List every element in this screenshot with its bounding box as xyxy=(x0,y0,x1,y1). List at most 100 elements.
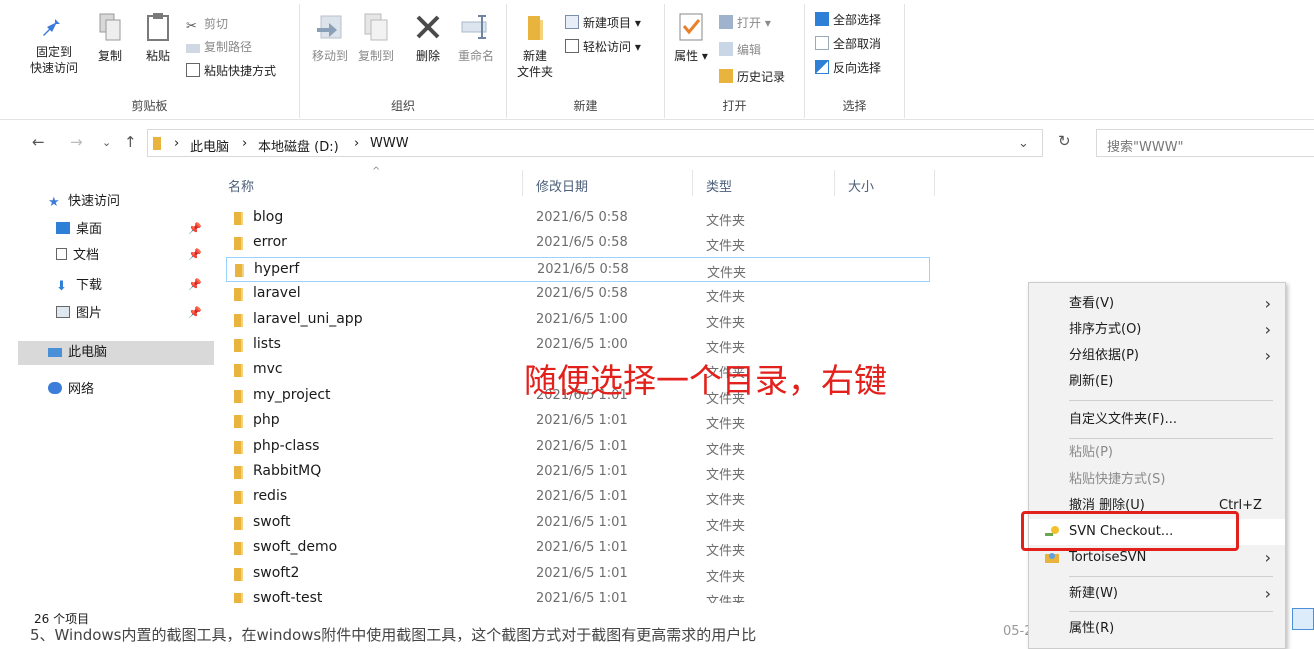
invert-selection-button[interactable]: 反向选择 xyxy=(815,58,881,78)
file-type: 文件夹 xyxy=(706,316,746,331)
file-date: 2021/6/5 0:58 xyxy=(536,286,628,301)
table-row[interactable]: laravel 2021/6/5 0:58 文件夹 xyxy=(226,282,930,307)
column-separator[interactable] xyxy=(692,170,693,196)
new-folder-icon xyxy=(528,16,543,40)
menu-item-refresh[interactable]: 刷新(E) xyxy=(1029,369,1285,395)
table-row[interactable]: error 2021/6/5 0:58 文件夹 xyxy=(226,231,930,256)
menu-item-sort[interactable]: 排序方式(O) › xyxy=(1029,317,1285,343)
paste-shortcut-button[interactable]: 粘贴快捷方式 xyxy=(186,61,276,81)
folder-icon xyxy=(234,390,243,403)
properties-dropdown-icon: ▾ xyxy=(701,49,708,63)
table-row[interactable]: swoft 2021/6/5 1:01 文件夹 xyxy=(226,511,930,536)
nav-quick-access[interactable]: ★ 快速访问 xyxy=(48,190,120,214)
forward-arrow-icon[interactable]: → xyxy=(70,133,83,151)
column-separator[interactable] xyxy=(834,170,835,196)
address-dropdown-icon[interactable]: ⌄ xyxy=(1018,136,1029,151)
new-folder-button[interactable]: 新建 文件夹 xyxy=(513,12,557,80)
table-row[interactable]: swoft2 2021/6/5 1:01 文件夹 xyxy=(226,562,930,587)
menu-item-new[interactable]: 新建(W) › xyxy=(1029,581,1285,607)
nav-downloads[interactable]: ⬇ 下载 xyxy=(56,274,102,298)
column-header-date[interactable]: 修改日期 xyxy=(536,176,588,195)
table-row[interactable]: swoft-test 2021/6/5 1:01 文件夹 xyxy=(226,587,930,603)
column-separator[interactable] xyxy=(934,170,935,196)
address-bar[interactable]: › 此电脑 › 本地磁盘 (D:) › WWW ⌄ xyxy=(147,129,1043,157)
copy-to-button[interactable]: 复制到 xyxy=(354,12,398,64)
copy-label: 复制 xyxy=(97,49,122,63)
menu-item-customize[interactable]: 自定义文件夹(F)... xyxy=(1029,407,1285,433)
move-to-button[interactable]: 移动到 xyxy=(308,12,352,64)
edit-button[interactable]: 编辑 xyxy=(719,40,761,60)
crumb-separator-icon[interactable]: › xyxy=(354,136,359,151)
nav-documents[interactable]: 文档 xyxy=(56,244,99,268)
file-date: 2021/6/5 0:58 xyxy=(536,235,628,250)
menu-item-paste-shortcut[interactable]: 粘贴快捷方式(S) xyxy=(1029,467,1285,493)
history-button[interactable]: 历史记录 xyxy=(719,67,785,87)
menu-item-view[interactable]: 查看(V) › xyxy=(1029,291,1285,317)
copy-button[interactable]: 复制 xyxy=(92,12,128,64)
context-menu: 查看(V) › 排序方式(O) › 分组依据(P) › 刷新(E) 自定义文件夹(F)… xyxy=(1028,282,1286,649)
annotation-text: 随便选择一个目录，右键 xyxy=(524,361,887,400)
table-row[interactable]: blog 2021/6/5 0:58 文件夹 xyxy=(226,206,930,231)
table-row[interactable]: laravel_uni_app 2021/6/5 1:00 文件夹 xyxy=(226,308,930,333)
crumb-separator-icon[interactable]: › xyxy=(174,136,179,151)
properties-button[interactable]: 属性 ▾ xyxy=(671,12,711,64)
select-all-button[interactable]: 全部选择 xyxy=(815,10,881,30)
nav-pictures[interactable]: 图片 xyxy=(56,302,102,326)
open-dropdown-icon: ▾ xyxy=(764,16,771,30)
crumb-www[interactable]: WWW xyxy=(370,136,409,151)
crumb-separator-icon[interactable]: › xyxy=(242,136,247,151)
table-row[interactable]: swoft_demo 2021/6/5 1:01 文件夹 xyxy=(226,536,930,561)
pin-icon[interactable]: 📌 xyxy=(188,306,202,319)
clipboard-group-label: 剪贴板 xyxy=(131,99,168,113)
copy-path-button[interactable]: 复制路径 xyxy=(186,37,252,57)
nav-desktop[interactable]: 桌面 xyxy=(56,218,102,242)
file-type: 文件夹 xyxy=(706,239,746,254)
details-view-icon[interactable] xyxy=(1292,608,1314,630)
folder-icon xyxy=(234,314,243,327)
nav-this-pc[interactable]: 此电脑 xyxy=(48,341,107,365)
background-article-text: 5、Windows内置的截图工具，在windows附件中使用截图工具，这个截图方… xyxy=(30,626,757,644)
crumb-this-pc[interactable]: 此电脑 xyxy=(190,136,229,155)
table-row[interactable]: redis 2021/6/5 1:01 文件夹 xyxy=(226,485,930,510)
pin-quick-access-button[interactable]: 固定到 快速访问 xyxy=(22,12,86,76)
menu-item-properties[interactable]: 属性(R) xyxy=(1029,616,1285,642)
nav-network[interactable]: 网络 xyxy=(48,378,94,402)
pin-icon[interactable]: 📌 xyxy=(188,248,202,261)
column-header-type[interactable]: 类型 xyxy=(706,176,732,195)
table-row[interactable]: hyperf 2021/6/5 0:58 文件夹 xyxy=(226,257,930,282)
up-arrow-icon[interactable]: ↑ xyxy=(124,133,137,151)
nav-downloads-label: 下载 xyxy=(76,278,103,293)
table-row[interactable]: php 2021/6/5 1:01 文件夹 xyxy=(226,409,930,434)
menu-paste-label: 粘贴(P) xyxy=(1069,445,1113,460)
menu-item-group[interactable]: 分组依据(P) › xyxy=(1029,343,1285,369)
nav-network-label: 网络 xyxy=(68,382,95,397)
recent-chevron-down-icon[interactable]: ⌄ xyxy=(102,136,111,149)
sort-indicator-icon: ^ xyxy=(372,166,381,177)
nav-desktop-label: 桌面 xyxy=(76,222,103,237)
file-date: 2021/6/5 1:01 xyxy=(536,540,628,555)
crumb-drive-d[interactable]: 本地磁盘 (D:) xyxy=(258,136,339,155)
rename-button[interactable]: 重命名 xyxy=(452,12,500,64)
menu-item-paste[interactable]: 粘贴(P) xyxy=(1029,440,1285,466)
folder-icon xyxy=(235,264,244,277)
paste-button[interactable]: 粘贴 xyxy=(138,12,178,64)
pin-icon[interactable]: 📌 xyxy=(188,222,202,235)
select-none-button[interactable]: 全部取消 xyxy=(815,34,881,54)
table-row[interactable]: php-class 2021/6/5 1:01 文件夹 xyxy=(226,435,930,460)
pin-icon[interactable]: 📌 xyxy=(188,278,202,291)
cut-button[interactable]: ✂ 剪切 xyxy=(186,14,228,34)
delete-button[interactable]: 删除 xyxy=(410,12,446,64)
new-item-button[interactable]: 新建项目 ▾ xyxy=(565,13,641,33)
edit-label: 编辑 xyxy=(737,43,762,57)
back-arrow-icon[interactable]: ← xyxy=(32,133,45,151)
refresh-icon[interactable]: ↻ xyxy=(1058,132,1071,150)
easy-access-button[interactable]: 轻松访问 ▾ xyxy=(565,37,641,57)
table-row[interactable]: RabbitMQ 2021/6/5 1:01 文件夹 xyxy=(226,460,930,485)
column-header-name[interactable]: 名称 xyxy=(228,176,254,195)
column-separator[interactable] xyxy=(522,170,523,196)
file-name: RabbitMQ xyxy=(253,463,322,479)
menu-customize-label: 自定义文件夹(F)... xyxy=(1069,412,1178,427)
search-input[interactable]: 搜索"WWW" xyxy=(1096,129,1314,157)
open-button[interactable]: 打开 ▾ xyxy=(719,13,771,33)
column-header-size[interactable]: 大小 xyxy=(848,176,874,195)
